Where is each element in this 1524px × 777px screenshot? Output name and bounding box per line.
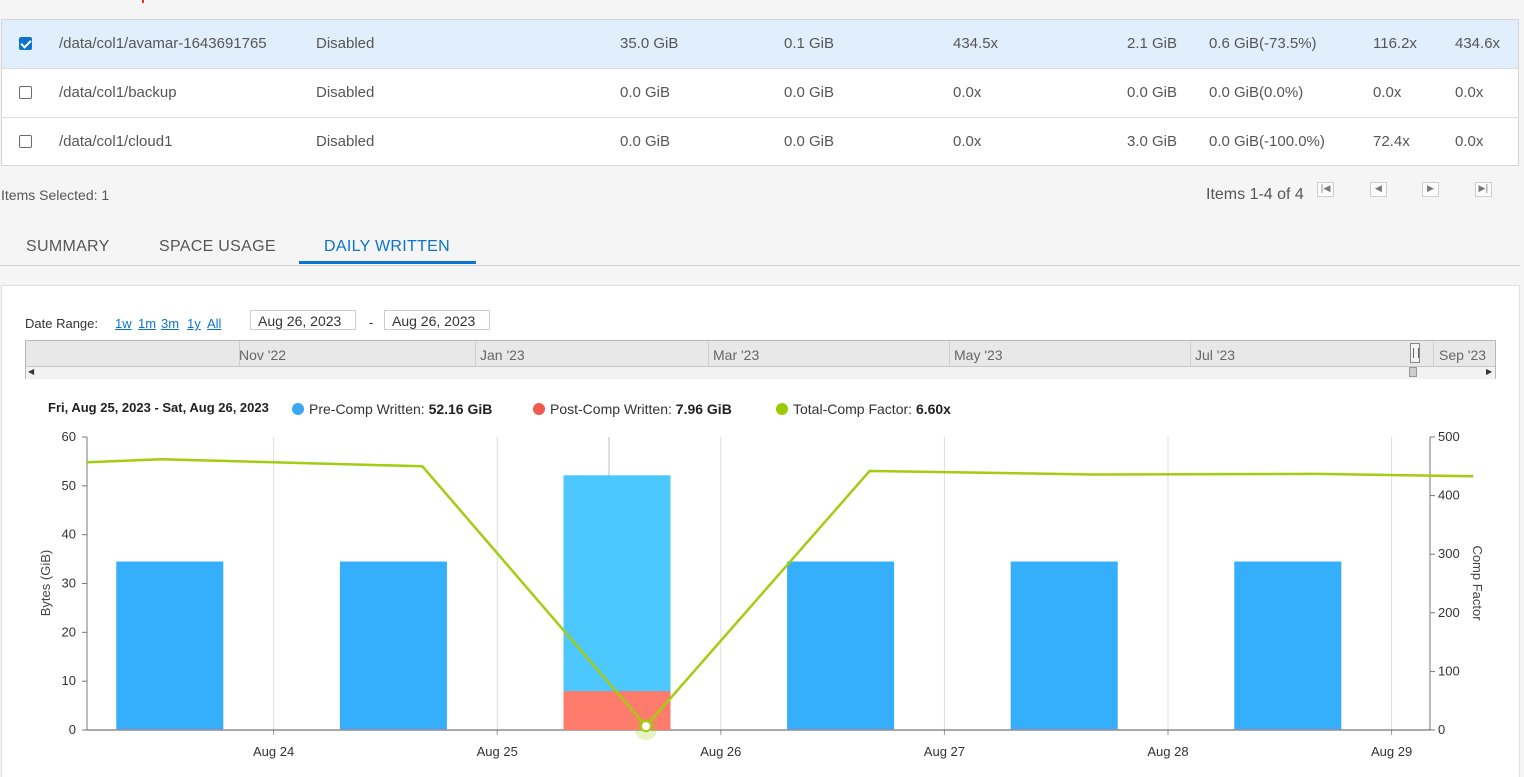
scroll-right-icon[interactable]: ▶ — [1486, 366, 1492, 378]
cell-last24h: 3.0 GiB — [1127, 133, 1178, 150]
cell-precomp: 35.0 GiB — [620, 35, 679, 52]
cell-path: /data/col1/backup — [59, 84, 177, 101]
tooltip-period: Fri, Aug 25, 2023 - Sat, Aug 26, 2023 — [48, 400, 269, 415]
cell-path: /data/col1/avamar-1643691765 — [59, 35, 267, 52]
legend-postcomp: Post-Comp Written: 7.96 GiB — [533, 401, 732, 417]
next-page-icon[interactable]: ▶ — [1422, 182, 1439, 197]
cell-precomp: 0.0 GiB — [620, 84, 671, 101]
navigator-divider — [1433, 341, 1434, 367]
date-separator: - — [369, 315, 374, 330]
legend-factor-label: Total-Comp Factor: — [793, 401, 913, 417]
mtree-table: /data/col1/avamar-1643691765 Disabled 35… — [1, 19, 1519, 166]
cell-factor-3: 434.6x — [1455, 35, 1501, 52]
cell-precomp: 0.0 GiB — [620, 133, 671, 150]
last-page-icon[interactable]: ▶| — [1475, 182, 1492, 197]
cell-factor-2: 0.0x — [1373, 84, 1402, 101]
range-1y-link[interactable]: 1y — [187, 316, 201, 331]
tab-daily-written[interactable]: DAILY WRITTEN — [324, 238, 450, 256]
items-count-label: Items 1-4 of 4 — [1206, 186, 1304, 203]
navigator-month: Jan '23 — [480, 347, 525, 363]
navigator-divider — [475, 341, 476, 367]
cell-status: Disabled — [316, 84, 375, 101]
tab-summary[interactable]: SUMMARY — [26, 238, 110, 256]
navigator-month: Nov '22 — [239, 347, 287, 363]
detail-tabs: SUMMARY SPACE USAGE DAILY WRITTEN — [0, 228, 1520, 266]
cell-postcomp: 0.1 GiB — [784, 35, 835, 52]
legend-precomp-label: Pre-Comp Written: — [309, 401, 425, 417]
legend-precomp-value: 52.16 GiB — [428, 401, 493, 417]
cell-last24h: 0.0 GiB — [1127, 84, 1178, 101]
first-page-icon[interactable]: |◀ — [1317, 182, 1334, 197]
cell-factor: 0.0x — [953, 84, 982, 101]
cell-last24h: 2.1 GiB — [1127, 35, 1178, 52]
range-3m-link[interactable]: 3m — [161, 316, 179, 331]
cell-factor-2: 72.4x — [1373, 133, 1410, 150]
legend-precomp: Pre-Comp Written: 52.16 GiB — [292, 401, 492, 417]
navigator-month: Jul '23 — [1195, 347, 1236, 363]
range-all-link[interactable]: All — [207, 316, 221, 331]
date-from-field[interactable]: Aug 26, 2023 — [250, 310, 356, 330]
prev-page-icon[interactable]: ◀ — [1370, 182, 1387, 197]
legend-factor-value: 6.60x — [915, 401, 951, 417]
cell-change: 0.0 GiB(-100.0%) — [1209, 133, 1325, 150]
navigator-divider — [708, 341, 709, 367]
cell-factor-3: 0.0x — [1455, 84, 1484, 101]
legend-postcomp-label: Post-Comp Written: — [550, 401, 672, 417]
range-1w-link[interactable]: 1w — [115, 316, 132, 331]
table-row[interactable]: /data/col1/avamar-1643691765 Disabled 35… — [2, 20, 1518, 69]
range-navigator[interactable]: Nov '22 Jan '23 Mar '23 May '23 Jul '23 … — [25, 340, 1496, 379]
navigator-handle[interactable] — [1410, 343, 1420, 363]
cell-status: Disabled — [316, 35, 375, 52]
row-checkbox[interactable] — [19, 86, 32, 99]
scroll-indicator-mark — [142, 0, 144, 3]
cell-path: /data/col1/cloud1 — [59, 133, 173, 150]
table-row[interactable]: /data/col1/backup Disabled 0.0 GiB 0.0 G… — [2, 69, 1518, 118]
scroll-left-icon[interactable]: ◀ — [28, 366, 34, 378]
cell-status: Disabled — [316, 133, 375, 150]
navigator-month: May '23 — [954, 347, 1003, 363]
range-1m-link[interactable]: 1m — [138, 316, 156, 331]
cell-factor-3: 0.0x — [1455, 133, 1484, 150]
row-checkbox[interactable] — [19, 37, 32, 50]
cell-factor: 434.5x — [953, 35, 999, 52]
factor-dot-icon — [776, 403, 788, 415]
navigator-scroll-thumb[interactable] — [1409, 367, 1417, 377]
navigator-divider — [949, 341, 950, 367]
active-tab-indicator — [299, 261, 476, 264]
page: /data/col1/avamar-1643691765 Disabled 35… — [0, 0, 1524, 777]
table-row[interactable]: /data/col1/cloud1 Disabled 0.0 GiB 0.0 G… — [2, 118, 1518, 167]
cell-change: 0.0 GiB(0.0%) — [1209, 84, 1304, 101]
postcomp-dot-icon — [533, 403, 545, 415]
legend-factor: Total-Comp Factor: 6.60x — [776, 401, 951, 417]
navigator-month: Sep '23 — [1439, 347, 1487, 363]
items-selected-label: Items Selected: 1 — [1, 187, 110, 203]
date-to-field[interactable]: Aug 26, 2023 — [384, 310, 490, 330]
cell-postcomp: 0.0 GiB — [784, 84, 835, 101]
cell-factor: 0.0x — [953, 133, 982, 150]
row-checkbox[interactable] — [19, 135, 32, 148]
cell-change: 0.6 GiB(-73.5%) — [1209, 35, 1317, 52]
cell-factor-2: 116.2x — [1373, 35, 1417, 52]
navigator-scrollbar[interactable] — [26, 366, 1495, 379]
precomp-dot-icon — [292, 403, 304, 415]
legend-postcomp-value: 7.96 GiB — [675, 401, 732, 417]
date-range-label: Date Range: — [25, 316, 98, 331]
tab-space-usage[interactable]: SPACE USAGE — [159, 238, 276, 256]
cell-postcomp: 0.0 GiB — [784, 133, 835, 150]
navigator-month: Mar '23 — [713, 347, 760, 363]
navigator-divider — [1190, 341, 1191, 367]
